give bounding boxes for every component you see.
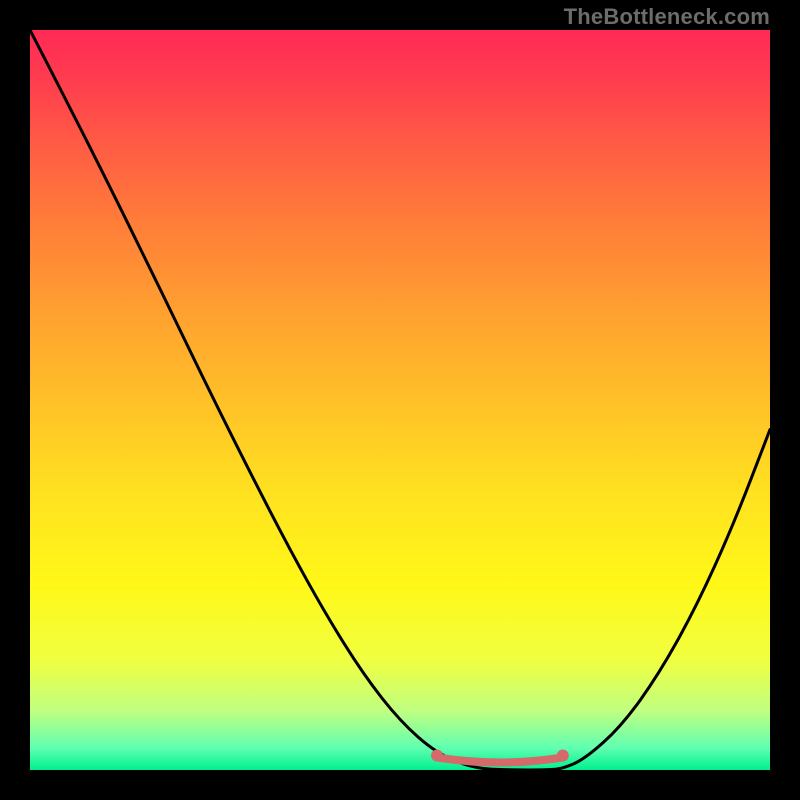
chart-canvas: TheBottleneck.com — [0, 0, 800, 800]
watermark-text: TheBottleneck.com — [564, 4, 770, 30]
optimal-zone-accent — [30, 30, 770, 770]
plot-area — [30, 30, 770, 770]
